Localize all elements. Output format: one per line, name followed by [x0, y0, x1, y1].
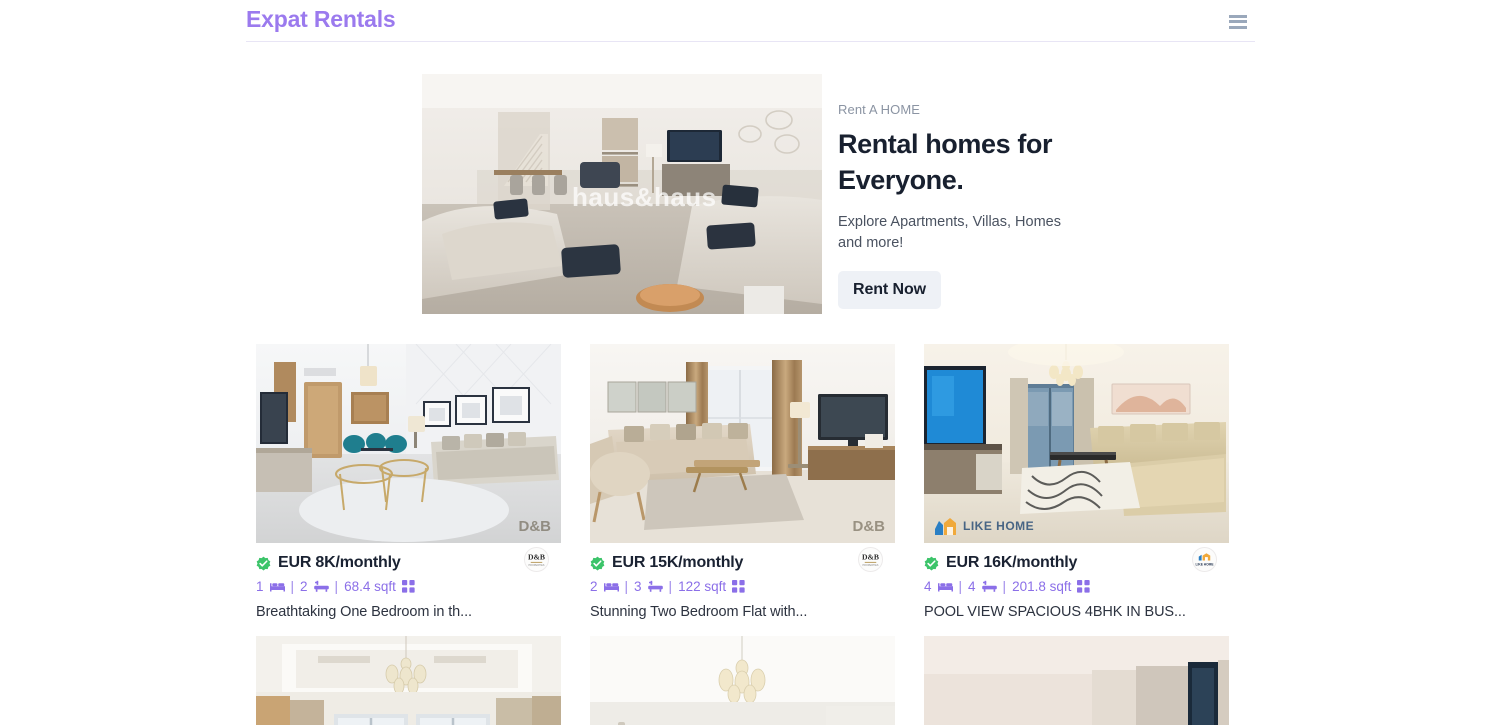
- bed-icon: [937, 582, 953, 591]
- listing-title[interactable]: Breathtaking One Bedroom in th...: [256, 604, 561, 620]
- bed-icon: [269, 582, 285, 591]
- listing-title[interactable]: POOL VIEW SPACIOUS 4BHK IN BUS...: [924, 604, 1229, 620]
- verified-badge-icon: [590, 556, 605, 570]
- hero-image[interactable]: haus&haus: [422, 74, 822, 314]
- listing-price: EUR 15K/monthly: [612, 554, 744, 571]
- listing-body: EUR 15K/monthly D&B PROPERTIES 2 | 3 | 1…: [590, 543, 895, 620]
- listing-area: 122 sqft: [678, 579, 727, 594]
- listing-image-illustration: [590, 344, 895, 543]
- spec-separator-2: |: [668, 579, 673, 594]
- spec-separator-2: |: [1002, 579, 1007, 594]
- spec-separator-1: |: [958, 579, 963, 594]
- listing-image[interactable]: [924, 636, 1229, 725]
- listing-area: 68.4 sqft: [344, 579, 396, 594]
- brand-logo-text[interactable]: Expat Rentals: [246, 8, 396, 33]
- listing-body: EUR 8K/monthly D&B PROPERTIES 1 | 2 | 68…: [256, 543, 561, 620]
- bath-icon: [647, 580, 663, 592]
- hamburger-bar-2: [1229, 20, 1247, 23]
- area-grid-icon: [401, 580, 415, 593]
- site-header: Expat Rentals: [246, 0, 1255, 42]
- listing-price-row: EUR 8K/monthly: [256, 554, 561, 572]
- app-page: Expat Rentals haus&haus Rent A HOME Rent…: [0, 0, 1500, 725]
- listing-card[interactable]: [924, 636, 1229, 725]
- listing-image-illustration: [590, 636, 895, 725]
- listing-image-watermark-group: LIKE HOME: [934, 515, 1034, 537]
- spec-separator-1: |: [290, 579, 295, 594]
- listing-image-illustration: [924, 636, 1229, 725]
- bath-count: 2: [300, 579, 308, 594]
- listing-image[interactable]: [256, 636, 561, 725]
- area-grid-icon: [732, 580, 745, 593]
- agency-logo-badge: D&B PROPERTIES: [524, 547, 549, 572]
- listing-image[interactable]: LIKE HOME: [924, 344, 1229, 543]
- rent-now-button[interactable]: Rent Now: [838, 271, 941, 310]
- area-grid-icon: [1077, 580, 1090, 593]
- hero-image-illustration: [422, 74, 822, 314]
- hamburger-bar-3: [1229, 25, 1247, 29]
- verified-badge-icon: [924, 556, 939, 570]
- listing-specs: 4 | 4 | 201.8 sqft: [924, 579, 1229, 594]
- hero-heading: Rental homes for Everyone.: [838, 129, 1053, 195]
- listing-price-row: EUR 16K/monthly: [924, 554, 1229, 572]
- listing-specs: 2 | 3 | 122 sqft: [590, 579, 895, 594]
- listing-specs: 1 | 2 | 68.4 sqft: [256, 579, 561, 594]
- bath-icon: [313, 580, 329, 592]
- spec-separator-1: |: [624, 579, 629, 594]
- hero-eyebrow: Rent A HOME: [838, 102, 921, 117]
- listing-title[interactable]: Stunning Two Bedroom Flat with...: [590, 604, 895, 620]
- listing-image-watermark: LIKE HOME: [963, 519, 1035, 533]
- hero-copy: Rent A HOME Rental homes for Everyone. E…: [838, 74, 1072, 314]
- listing-price: EUR 8K/monthly: [278, 554, 401, 571]
- listing-image[interactable]: D&B: [590, 344, 895, 543]
- listing-body: EUR 16K/monthly LIKE HOME 4 | 4 | 201.8 …: [924, 543, 1229, 620]
- agency-logo-icon: LIKE HOME: [1193, 548, 1216, 571]
- listing-image[interactable]: [590, 636, 895, 725]
- hamburger-bar-1: [1229, 14, 1247, 18]
- hero-section: haus&haus Rent A HOME Rental homes for E…: [422, 74, 1072, 314]
- svg-text:PROPERTIES: PROPERTIES: [529, 564, 545, 567]
- bed-count: 1: [256, 579, 264, 594]
- agency-logo-icon: D&B PROPERTIES: [525, 548, 548, 571]
- bath-count: 3: [634, 579, 642, 594]
- agency-logo-badge: D&B PROPERTIES: [858, 547, 883, 572]
- listing-price-row: EUR 15K/monthly: [590, 554, 895, 572]
- listing-price: EUR 16K/monthly: [946, 554, 1078, 571]
- svg-text:LIKE HOME: LIKE HOME: [1195, 563, 1214, 567]
- listing-card[interactable]: LIKE HOME EUR 16K/monthly LIKE HOME 4 | …: [924, 344, 1229, 620]
- listing-grid: D&B EUR 8K/monthly D&B PROPERTIES 1 | 2 …: [256, 344, 1229, 725]
- agency-logo-badge: LIKE HOME: [1192, 547, 1217, 572]
- svg-text:PROPERTIES: PROPERTIES: [863, 564, 879, 567]
- listing-image-illustration: [256, 636, 561, 725]
- bed-count: 4: [924, 579, 932, 594]
- bath-count: 4: [968, 579, 976, 594]
- verified-badge-icon: [256, 556, 271, 570]
- listing-area: 201.8 sqft: [1012, 579, 1072, 594]
- like-home-logo-icon: [935, 518, 956, 535]
- listing-image-illustration: [256, 344, 561, 543]
- bath-icon: [981, 580, 997, 592]
- hero-subtitle: Explore Apartments, Villas, Homes and mo…: [838, 214, 1061, 251]
- listing-image-illustration: [924, 344, 1229, 543]
- bed-icon: [603, 582, 619, 591]
- agency-logo-icon: D&B PROPERTIES: [859, 548, 882, 571]
- listing-image[interactable]: D&B: [256, 344, 561, 543]
- listing-card[interactable]: D&B EUR 15K/monthly D&B PROPERTIES 2 | 3…: [590, 344, 895, 620]
- listing-card[interactable]: [256, 636, 561, 725]
- svg-text:D&B: D&B: [862, 553, 879, 562]
- spec-separator-2: |: [334, 579, 339, 594]
- bed-count: 2: [590, 579, 598, 594]
- svg-text:D&B: D&B: [528, 553, 545, 562]
- hamburger-menu-icon[interactable]: [1229, 14, 1247, 29]
- listing-card[interactable]: D&B EUR 8K/monthly D&B PROPERTIES 1 | 2 …: [256, 344, 561, 620]
- listing-card[interactable]: [590, 636, 895, 725]
